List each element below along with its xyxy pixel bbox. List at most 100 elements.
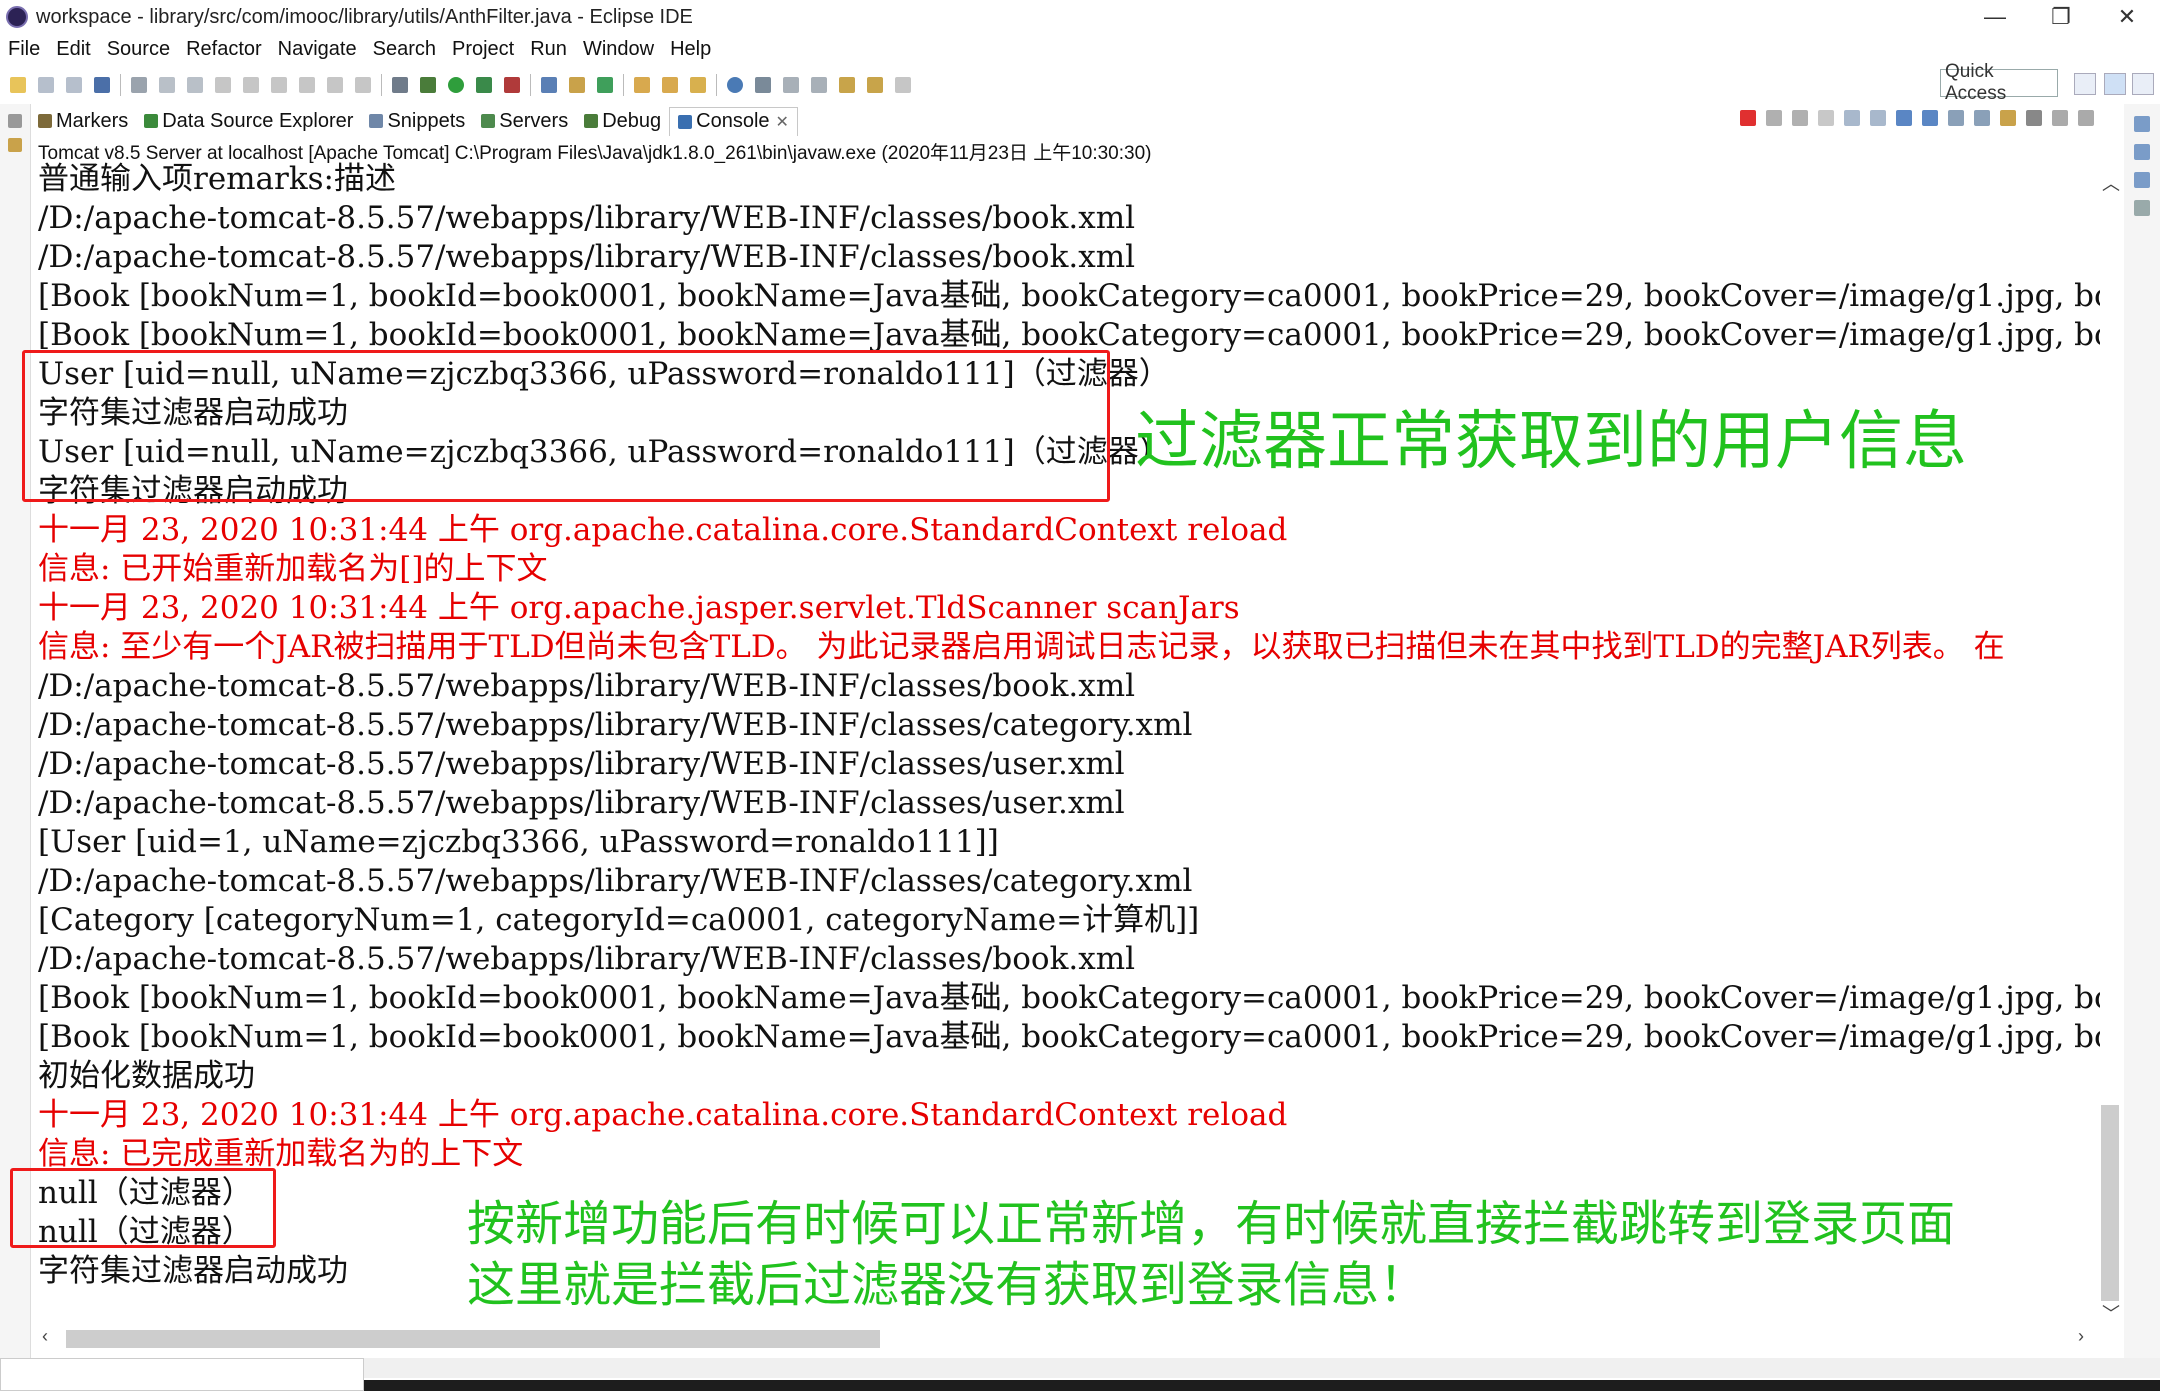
- highlight-box-null-filter: [10, 1168, 276, 1248]
- open-type-icon[interactable]: [634, 77, 650, 93]
- scroll-lock-icon[interactable]: [1844, 110, 1860, 126]
- coverage-icon[interactable]: [476, 77, 492, 93]
- disconnect-icon[interactable]: [243, 77, 259, 93]
- suspend-icon[interactable]: [187, 77, 203, 93]
- console-toolbar: [1730, 110, 2094, 126]
- console-line: 十一月 23, 2020 10:31:44 上午 org.apache.cata…: [38, 512, 1288, 548]
- save-icon[interactable]: [38, 77, 54, 93]
- annotation-icon[interactable]: [755, 77, 771, 93]
- menu-refactor[interactable]: Refactor: [178, 38, 270, 61]
- run-icon[interactable]: [448, 77, 464, 93]
- open-task-icon[interactable]: [662, 77, 678, 93]
- new-class-icon[interactable]: [597, 77, 613, 93]
- step-into-icon[interactable]: [271, 77, 287, 93]
- minimized-window[interactable]: [0, 1358, 364, 1391]
- debug-run-icon[interactable]: [420, 77, 436, 93]
- toolbar-separator: [623, 74, 624, 96]
- menu-project[interactable]: Project: [444, 38, 522, 61]
- menu-navigate[interactable]: Navigate: [270, 38, 365, 61]
- java-perspective-icon[interactable]: [2132, 73, 2154, 95]
- terminate-icon[interactable]: [1740, 110, 1756, 126]
- drop-to-frame-icon[interactable]: [355, 77, 371, 93]
- word-wrap-icon[interactable]: [1870, 110, 1886, 126]
- horizontal-scrollbar[interactable]: ‹ ›: [38, 1326, 2100, 1350]
- terminate-icon[interactable]: [215, 77, 231, 93]
- console-line: /D:/apache-tomcat-8.5.57/webapps/library…: [38, 200, 1136, 236]
- package-explorer-icon[interactable]: [8, 138, 22, 152]
- scroll-left-icon[interactable]: ‹: [42, 1326, 48, 1347]
- close-button[interactable]: ✕: [2094, 0, 2160, 34]
- view-menu-icon[interactable]: [2026, 110, 2042, 126]
- scroll-right-icon[interactable]: ›: [2078, 1326, 2084, 1347]
- show-on-output-icon[interactable]: [1896, 110, 1912, 126]
- restore-view-icon[interactable]: [8, 114, 22, 128]
- clear-console-icon[interactable]: [1818, 110, 1834, 126]
- menu-window[interactable]: Window: [575, 38, 662, 61]
- window-title: workspace - library/src/com/imooc/librar…: [36, 5, 693, 28]
- menu-edit[interactable]: Edit: [48, 38, 98, 61]
- vertical-scrollbar[interactable]: ︿ ﹀: [2098, 170, 2122, 1328]
- minimize-view-icon[interactable]: [2134, 200, 2150, 216]
- tab-data-source-explorer[interactable]: Data Source Explorer: [136, 107, 361, 135]
- forward-icon[interactable]: [895, 77, 911, 93]
- open-perspective-icon[interactable]: [2074, 73, 2096, 95]
- last-edit-icon[interactable]: [839, 77, 855, 93]
- java-ee-perspective-icon[interactable]: [2104, 73, 2126, 95]
- new-package-icon[interactable]: [569, 77, 585, 93]
- skip-breakpoints-icon[interactable]: [131, 77, 147, 93]
- next-annotation-icon[interactable]: [783, 77, 799, 93]
- toolbar-separator: [381, 74, 382, 96]
- snippets-icon: [369, 114, 384, 128]
- prev-annotation-icon[interactable]: [811, 77, 827, 93]
- close-icon[interactable]: ✕: [776, 112, 789, 132]
- menu-source[interactable]: Source: [99, 38, 178, 61]
- save-all-icon[interactable]: [66, 77, 82, 93]
- console-line: [User [uid=1, uName=zjczbq3366, uPasswor…: [38, 824, 999, 860]
- search-icon[interactable]: [690, 77, 706, 93]
- main-toolbar: Quick Access: [0, 61, 2160, 104]
- external-tools-icon[interactable]: [504, 77, 520, 93]
- task-list-icon[interactable]: [2134, 144, 2150, 160]
- menu-search[interactable]: Search: [365, 38, 444, 61]
- step-return-icon[interactable]: [327, 77, 343, 93]
- minimize-view-icon[interactable]: [2052, 110, 2068, 126]
- terminal-icon[interactable]: [94, 77, 110, 93]
- tab-markers[interactable]: Markers: [30, 107, 136, 135]
- back-icon[interactable]: [867, 77, 883, 93]
- build-icon[interactable]: [392, 77, 408, 93]
- open-console-icon[interactable]: [2000, 110, 2016, 126]
- vertical-scroll-thumb[interactable]: [2101, 1105, 2119, 1301]
- quick-access-input[interactable]: Quick Access: [1940, 61, 2058, 104]
- right-trim-bar: [2124, 104, 2160, 1364]
- menu-run[interactable]: Run: [522, 38, 575, 61]
- scroll-down-icon[interactable]: ﹀: [2102, 1300, 2120, 1326]
- maximize-view-icon[interactable]: [2078, 110, 2094, 126]
- tab-snippets[interactable]: Snippets: [361, 107, 473, 135]
- markers-icon: [38, 114, 52, 128]
- minimize-button[interactable]: —: [1962, 0, 2028, 34]
- remove-launch-icon[interactable]: [1766, 110, 1782, 126]
- resume-icon[interactable]: [159, 77, 175, 93]
- console-line: /D:/apache-tomcat-8.5.57/webapps/library…: [38, 746, 1125, 782]
- show-on-error-icon[interactable]: [1922, 110, 1938, 126]
- tab-servers[interactable]: Servers: [473, 107, 576, 135]
- step-over-icon[interactable]: [299, 77, 315, 93]
- maximize-view-icon[interactable]: [2134, 172, 2150, 188]
- tab-console[interactable]: Console ✕: [669, 106, 798, 136]
- new-java-project-icon[interactable]: [541, 77, 557, 93]
- menu-help[interactable]: Help: [662, 38, 719, 61]
- restore-button[interactable]: ❐: [2028, 0, 2094, 34]
- remove-all-terminated-icon[interactable]: [1792, 110, 1808, 126]
- annotation-intercept-line-2: 这里就是拦截后过滤器没有获取到登录信息！: [467, 1257, 1428, 1313]
- web-browser-icon[interactable]: [727, 77, 743, 93]
- horizontal-scroll-thumb[interactable]: [66, 1330, 880, 1348]
- outline-icon[interactable]: [2134, 116, 2150, 132]
- pin-console-icon[interactable]: [1948, 110, 1964, 126]
- new-icon[interactable]: [10, 77, 26, 93]
- scroll-up-icon[interactable]: ︿: [2102, 170, 2120, 196]
- console-output[interactable]: 普通输入项remarks:描述/D:/apache-tomcat-8.5.57/…: [38, 160, 2100, 1328]
- menu-file[interactable]: File: [0, 38, 48, 61]
- display-console-icon[interactable]: [1974, 110, 1990, 126]
- os-taskbar: [364, 1380, 2160, 1391]
- tab-debug[interactable]: Debug: [576, 107, 669, 135]
